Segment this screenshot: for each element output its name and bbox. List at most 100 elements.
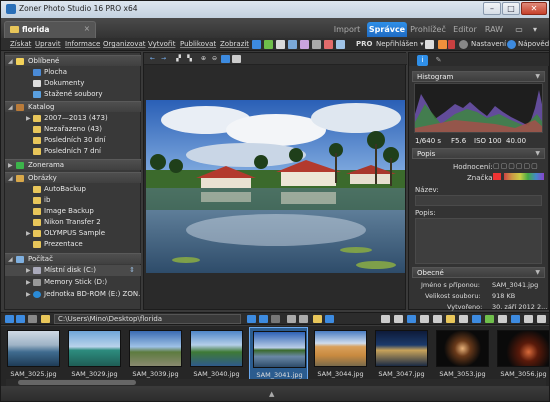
select-all-icon[interactable]: [325, 315, 334, 323]
path-input[interactable]: C:\Users\Mino\Desktop\florida: [54, 314, 241, 324]
maximize-button[interactable]: □: [502, 2, 520, 15]
description-header[interactable]: Popis ▼: [412, 148, 545, 159]
nav-item-catalog-2007[interactable]: ▶ 2007—2013 (473): [5, 113, 141, 124]
back-arrow-icon[interactable]: ←: [148, 55, 157, 63]
nav-item-image-backup[interactable]: Image Backup: [5, 206, 141, 217]
redeye-icon[interactable]: [324, 40, 333, 49]
email-icon[interactable]: [394, 315, 403, 323]
view-mode-icon[interactable]: [247, 315, 256, 323]
chevron-down-icon[interactable]: ▼: [535, 149, 540, 159]
forward-arrow-icon[interactable]: →: [159, 55, 168, 63]
user-icon[interactable]: [448, 40, 455, 49]
nav-item-plocha[interactable]: Plocha: [5, 67, 141, 78]
chevron-right-icon[interactable]: ▶: [8, 160, 13, 170]
tab-import[interactable]: Import: [331, 22, 363, 37]
menu-vytvorit[interactable]: Vytvořit: [148, 40, 175, 48]
description-field[interactable]: [415, 218, 542, 264]
menu-zobrazit[interactable]: Zobrazit: [220, 40, 249, 48]
batch-icon[interactable]: [433, 315, 442, 323]
close-icon[interactable]: ×: [84, 24, 90, 33]
nav-header-pictures[interactable]: ◢ Obrázky: [5, 172, 141, 183]
menu-upravit[interactable]: Upravit: [35, 40, 61, 48]
panel-collapse-icon[interactable]: ▲: [269, 390, 274, 398]
filter-icon[interactable]: [336, 40, 345, 49]
scrollbar-thumb[interactable]: [18, 380, 136, 385]
chevron-right-icon[interactable]: ▶: [26, 228, 31, 239]
chevron-down-icon[interactable]: ◢: [8, 102, 13, 112]
photo-preview[interactable]: [146, 100, 405, 273]
forward-icon[interactable]: [16, 315, 25, 323]
sync-icon[interactable]: ⇕: [129, 265, 135, 276]
nav-header-catalog[interactable]: ◢ Katalog: [5, 101, 141, 112]
info-tab-icon[interactable]: i: [417, 55, 428, 66]
nav-item-nikon-transfer[interactable]: Nikon Transfer 2: [5, 217, 141, 228]
gear-icon[interactable]: [459, 40, 468, 49]
nav-header-computer[interactable]: ◢ Počítač: [5, 253, 141, 264]
nav-item-last-30[interactable]: Posledních 30 dní: [5, 135, 141, 146]
folder-icon[interactable]: [41, 315, 50, 323]
thumbnail-item[interactable]: SAM_3039.jpg: [126, 327, 185, 380]
nav-item-bd-rom[interactable]: ▶ Jednotka BD-ROM (E:) ZON...: [5, 289, 141, 300]
nav-header-zonerama[interactable]: ▶ Zonerama: [5, 159, 141, 170]
thumbnail-item-selected[interactable]: SAM_3041.jpg: [249, 327, 308, 380]
name-field[interactable]: [415, 195, 542, 206]
nav-item-stazene[interactable]: Stažené soubory: [5, 89, 141, 100]
nav-item-nezarazeno[interactable]: Nezařazeno (43): [5, 124, 141, 135]
document-tab-florida[interactable]: florida ×: [4, 21, 96, 38]
check-icon[interactable]: [485, 315, 494, 323]
thumbnail-item[interactable]: SAM_3053.jpg: [433, 327, 492, 380]
resize-icon[interactable]: [288, 40, 297, 49]
sync-icon[interactable]: [511, 315, 520, 323]
chevron-down-icon[interactable]: ▼: [535, 268, 540, 278]
tools-icon[interactable]: [524, 315, 533, 323]
nav-item-drive-c[interactable]: ▶ Místní disk (C:) ⇕: [5, 265, 141, 276]
menu-organizovat[interactable]: Organizovat: [103, 40, 146, 48]
nav-item-memory-stick[interactable]: ▶ Memory Stick (D:): [5, 277, 141, 288]
wand-icon[interactable]: [276, 40, 285, 49]
thumbnail-item[interactable]: SAM_3040.jpg: [187, 327, 246, 380]
archive-icon[interactable]: [446, 315, 455, 323]
minimize-button[interactable]: –: [483, 2, 501, 15]
menu-informace[interactable]: Informace: [65, 40, 100, 48]
adjust-icon[interactable]: [312, 40, 321, 49]
thumbnail-size-icon[interactable]: [299, 315, 308, 323]
chevron-down-icon[interactable]: ◢: [8, 254, 13, 264]
zoom-in-icon[interactable]: ⊕: [199, 55, 208, 63]
upload-icon[interactable]: [407, 315, 416, 323]
fit-icon[interactable]: ▞: [174, 55, 183, 63]
up-folder-icon[interactable]: [28, 315, 37, 323]
chevron-right-icon[interactable]: ▶: [26, 113, 31, 124]
rotate-icon[interactable]: ▚: [185, 55, 194, 63]
more-icon[interactable]: [537, 315, 546, 323]
thumbnail-scrollbar[interactable]: [6, 379, 546, 386]
thumbnail-item[interactable]: SAM_3056.jpg: [494, 327, 549, 380]
share-account-dropdown[interactable]: Nepřihlášen ▾: [376, 40, 424, 48]
tab-prohlizec[interactable]: Prohlížeč: [409, 22, 447, 37]
tag-none-icon[interactable]: [493, 173, 501, 180]
grid-icon[interactable]: [287, 315, 296, 323]
nav-item-last-7[interactable]: Posledních 7 dní: [5, 146, 141, 157]
settings-tab-icon[interactable]: ✎: [433, 55, 444, 66]
export-icon[interactable]: [420, 315, 429, 323]
layout-dropdown-icon[interactable]: ▾: [529, 22, 541, 37]
thumbnail-item[interactable]: SAM_3047.jpg: [372, 327, 431, 380]
thumbnail-item[interactable]: SAM_3025.jpg: [4, 327, 63, 380]
print-icon[interactable]: [381, 315, 390, 323]
map-icon[interactable]: [472, 315, 481, 323]
tab-raw[interactable]: RAW: [483, 22, 505, 37]
help-icon[interactable]: [507, 40, 516, 49]
monitor-icon[interactable]: [252, 40, 261, 49]
nav-header-favorites[interactable]: ◢ Oblíbené: [5, 55, 141, 66]
close-window-button[interactable]: ✕: [521, 2, 547, 15]
chevron-right-icon[interactable]: ▶: [26, 289, 31, 300]
filter-icon[interactable]: [271, 315, 280, 323]
tab-editor[interactable]: Editor: [451, 22, 479, 37]
menu-publikovat[interactable]: Publikovat: [180, 40, 216, 48]
nav-item-dokumenty[interactable]: Dokumenty: [5, 78, 141, 89]
nav-item-autobackup[interactable]: AutoBackup: [5, 184, 141, 195]
nav-item-prezentace[interactable]: Prezentace: [5, 239, 141, 250]
check-icon[interactable]: [264, 40, 273, 49]
cart-icon[interactable]: [425, 40, 434, 49]
chevron-down-icon[interactable]: ◢: [8, 173, 13, 183]
tag-colors[interactable]: [504, 173, 544, 180]
